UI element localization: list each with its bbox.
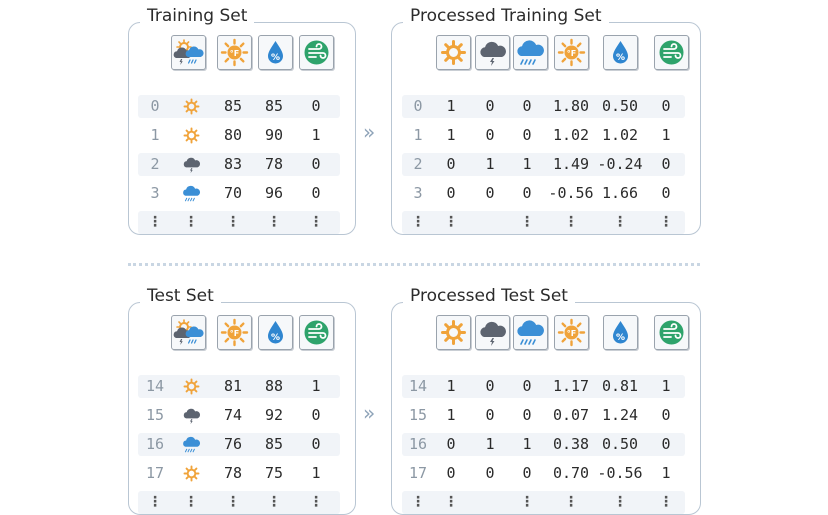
column-header-sun-icon (436, 35, 471, 70)
ellipsis-mark: ⋮ (613, 494, 627, 510)
temperature-cell: 0.07 (552, 406, 590, 424)
column-header-humidity-icon: % (258, 35, 293, 70)
windy-cell: 0 (311, 97, 321, 115)
windy-cell: 1 (311, 377, 321, 395)
transform-arrow-training: » (363, 120, 376, 144)
windy-cell: 0 (311, 435, 321, 453)
windy-cell: 1 (311, 126, 321, 144)
windy-cell: 0 (661, 406, 671, 424)
ellipsis-mark: ⋮ (309, 494, 323, 510)
column-header-weather-outlook-icon (171, 315, 206, 350)
ellipsis-mark: ⋮ (444, 494, 458, 510)
svg-text:°F: °F (230, 329, 239, 338)
sun-icon (181, 464, 202, 482)
ellipsis-mark: ⋮ (184, 494, 198, 510)
ellipsis-mark: ⋮ (444, 214, 458, 230)
windy-cell: 0 (661, 435, 671, 453)
column-header-humidity-icon: % (258, 315, 293, 350)
windy-cell: 1 (661, 126, 671, 144)
svg-text:°F: °F (567, 329, 576, 338)
storm-cloud-icon (181, 155, 202, 174)
temperature-cell: 1.17 (552, 377, 590, 395)
transform-arrow-test: » (363, 401, 376, 425)
ellipsis-mark: ⋮ (226, 214, 240, 230)
temperature-cell: 0.70 (552, 464, 590, 482)
column-header-wind-icon (299, 35, 334, 70)
svg-text:%: % (271, 333, 280, 343)
windy-cell: 0 (661, 184, 671, 202)
ellipsis-mark: ⋮ (564, 494, 578, 510)
temperature-cell: 1.80 (552, 97, 590, 115)
ellipsis-mark: ⋮ (411, 494, 425, 510)
svg-text:°F: °F (230, 49, 239, 58)
windy-cell: 1 (661, 464, 671, 482)
ellipsis-mark: ⋮ (520, 494, 534, 510)
column-header-wind-icon (299, 315, 334, 350)
ellipsis-mark: ⋮ (309, 214, 323, 230)
column-header-temperature-icon: °F (554, 35, 589, 70)
ellipsis-mark: ⋮ (613, 214, 627, 230)
svg-text:%: % (616, 53, 625, 63)
ellipsis-mark: ⋮ (148, 494, 162, 510)
column-header-rain-cloud-icon (513, 35, 548, 70)
test-set-title: Test Set (140, 286, 221, 306)
ellipsis-mark: ⋮ (659, 214, 673, 230)
storm-cloud-icon (181, 406, 202, 425)
temperature-cell: 0.38 (552, 435, 590, 453)
column-header-humidity-icon: % (603, 35, 638, 70)
column-header-sun-icon (436, 315, 471, 350)
ellipsis-mark: ⋮ (564, 214, 578, 230)
ellipsis-mark: ⋮ (148, 214, 162, 230)
windy-cell: 0 (311, 406, 321, 424)
ellipsis-mark: ⋮ (267, 494, 281, 510)
processed-test-set-title: Processed Test Set (403, 286, 575, 306)
windy-cell: 0 (311, 155, 321, 173)
sun-icon (181, 126, 202, 144)
ellipsis-mark: ⋮ (226, 494, 240, 510)
svg-text:%: % (616, 333, 625, 343)
windy-cell: 1 (661, 377, 671, 395)
ellipsis-mark: ⋮ (184, 214, 198, 230)
svg-text:°F: °F (567, 49, 576, 58)
training-set-title: Training Set (140, 6, 255, 26)
column-header-weather-outlook-icon (171, 35, 206, 70)
column-header-temperature-icon: °F (217, 315, 252, 350)
column-header-storm-cloud-icon (475, 315, 510, 350)
processed-training-set-title: Processed Training Set (403, 6, 609, 26)
temperature-cell: 1.02 (552, 126, 590, 144)
sun-icon (181, 377, 202, 395)
rain-cloud-icon (181, 435, 202, 453)
column-header-temperature-icon: °F (554, 315, 589, 350)
windy-cell: 0 (661, 155, 671, 173)
windy-cell: 1 (311, 464, 321, 482)
column-header-rain-cloud-icon (513, 315, 548, 350)
ellipsis-mark: ⋮ (520, 214, 534, 230)
sun-icon (181, 97, 202, 115)
windy-cell: 0 (311, 184, 321, 202)
column-header-storm-cloud-icon (475, 35, 510, 70)
svg-text:%: % (271, 53, 280, 63)
column-header-humidity-icon: % (603, 315, 638, 350)
temperature-cell: 1.49 (552, 155, 590, 173)
windy-cell: 0 (661, 97, 671, 115)
temperature-cell: -0.56 (548, 184, 594, 202)
column-header-wind-icon (654, 315, 689, 350)
column-header-temperature-icon: °F (217, 35, 252, 70)
ellipsis-mark: ⋮ (411, 214, 425, 230)
rain-cloud-icon (181, 184, 202, 202)
ellipsis-mark: ⋮ (659, 494, 673, 510)
section-divider (128, 263, 700, 266)
ellipsis-mark: ⋮ (267, 214, 281, 230)
column-header-wind-icon (654, 35, 689, 70)
